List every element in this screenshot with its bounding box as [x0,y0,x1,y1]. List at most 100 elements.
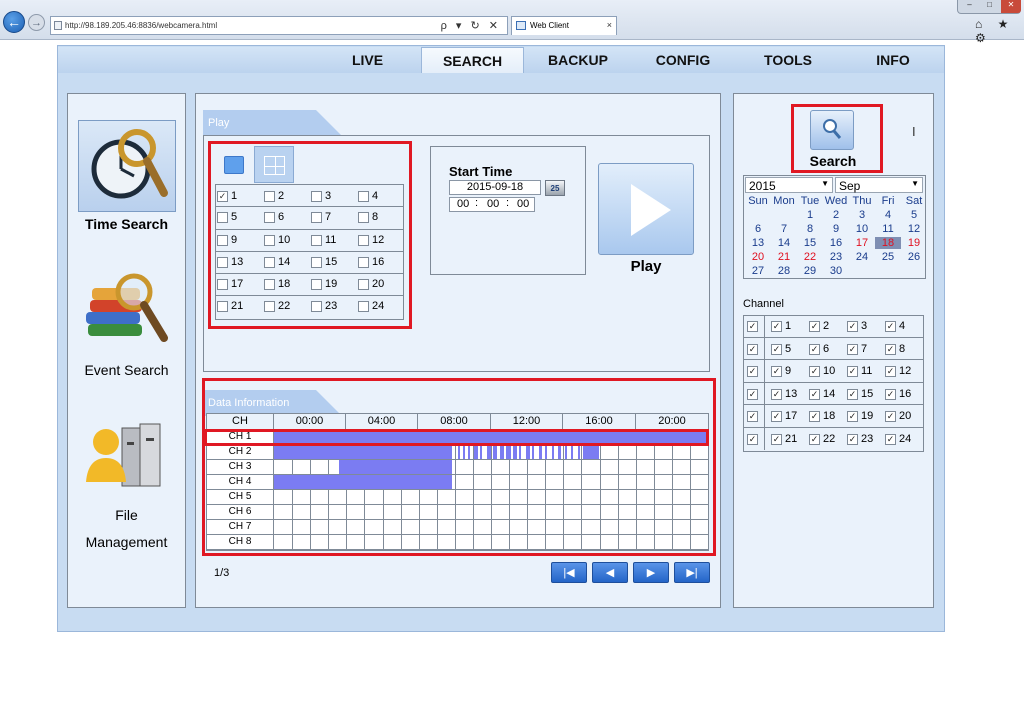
date-input[interactable]: 2015-09-18 [449,180,541,195]
hour-field[interactable]: 00 [457,198,469,211]
calendar-day[interactable]: 6 [745,223,771,235]
channel-checkbox-label: 4 [899,320,906,332]
channel-checkbox[interactable]: ✓ [885,388,896,400]
calendar-day[interactable]: 7 [771,223,797,235]
calendar-day[interactable]: 28 [771,265,797,277]
calendar-day[interactable]: 4 [875,209,901,221]
calendar-day[interactable]: 26 [901,251,927,263]
calendar-day[interactable]: 10 [849,223,875,235]
tab-backup[interactable]: BACKUP [540,47,616,73]
channel-checkbox[interactable]: ✓ [847,343,858,355]
row-select-checkbox[interactable]: ✓ [747,411,758,423]
row-select-checkbox[interactable]: ✓ [747,388,758,400]
time-search-button[interactable] [78,120,176,212]
first-page-button[interactable]: |◀ [551,562,587,583]
browser-tab[interactable]: Web Client × [511,16,617,35]
tab-live[interactable]: LIVE [330,47,405,73]
channel-checkbox[interactable]: ✓ [847,366,858,378]
time-separator: : [475,197,479,209]
second-field[interactable]: 00 [517,198,529,211]
channel-checkbox[interactable]: ✓ [771,411,782,423]
channel-checkbox[interactable]: ✓ [847,388,858,400]
clock-magnifier-icon [91,129,168,199]
calendar-day[interactable]: 5 [901,209,927,221]
calendar-picker-icon[interactable]: 25 [545,180,565,196]
calendar-day[interactable]: 22 [797,251,823,263]
calendar-day[interactable]: 20 [745,251,771,263]
calendar-day[interactable]: 23 [823,251,849,263]
year-select[interactable]: 2015 ▼ [745,177,833,193]
calendar-day[interactable]: 30 [823,265,849,277]
tab-search[interactable]: SEARCH [421,47,524,73]
timeline-highlight [202,378,716,556]
next-page-button[interactable]: ▶ [633,562,669,583]
month-select[interactable]: Sep ▼ [835,177,923,193]
channel-checkbox-label: 24 [899,433,912,445]
channel-checkbox[interactable]: ✓ [809,434,820,445]
calendar-day[interactable]: 27 [745,265,771,277]
calendar-day[interactable]: 2 [823,209,849,221]
calendar-day[interactable]: 1 [797,209,823,221]
file-label-line1: File [115,507,138,523]
channel-checkbox[interactable]: ✓ [885,366,896,378]
channel-checkbox[interactable]: ✓ [771,321,782,332]
row-select-checkbox[interactable]: ✓ [747,366,758,378]
minimize-button[interactable]: – [960,0,979,13]
calendar-day[interactable]: 21 [771,251,797,263]
channel-checkbox[interactable]: ✓ [771,388,782,400]
channel-checkbox[interactable]: ✓ [771,343,782,355]
row-select-checkbox[interactable]: ✓ [747,434,758,445]
channel-checkbox[interactable]: ✓ [771,366,782,378]
tab-config[interactable]: CONFIG [646,47,720,73]
calendar-day[interactable]: 12 [901,223,927,235]
calendar-day[interactable]: 18 [875,237,901,249]
calendar-day[interactable]: 3 [849,209,875,221]
row-select-checkbox[interactable]: ✓ [747,321,758,332]
address-tools-icons[interactable]: ρ ▾ ↻ ✕ [441,19,501,32]
channel-checkbox-label: 8 [899,342,906,355]
channel-checkbox[interactable]: ✓ [771,434,782,445]
prev-page-button[interactable]: ◀ [592,562,628,583]
calendar-day[interactable]: 24 [849,251,875,263]
close-window-button[interactable]: ✕ [1001,0,1021,13]
channel-checkbox[interactable]: ✓ [885,411,896,423]
calendar-day[interactable]: 11 [875,223,901,235]
time-input[interactable]: 00 : 00 : 00 [449,197,535,212]
channel-checkbox[interactable]: ✓ [847,411,858,423]
tab-tools[interactable]: TOOLS [752,47,824,73]
back-button[interactable]: ← [3,11,25,33]
tab-close-icon[interactable]: × [607,20,612,30]
channel-checkbox[interactable]: ✓ [847,434,858,445]
calendar-day[interactable]: 9 [823,223,849,235]
channel-checkbox[interactable]: ✓ [809,411,820,423]
last-page-button[interactable]: ▶| [674,562,710,583]
channel-checkbox[interactable]: ✓ [809,321,820,332]
minute-field[interactable]: 00 [487,198,499,211]
calendar-day[interactable]: 14 [771,237,797,249]
row-select-checkbox[interactable]: ✓ [747,343,758,355]
event-search-button[interactable] [80,272,176,352]
calendar-day[interactable]: 17 [849,237,875,249]
play-button[interactable] [598,163,694,255]
channel-checkbox[interactable]: ✓ [847,321,858,332]
forward-button[interactable]: → [28,14,45,31]
tab-info[interactable]: INFO [860,47,926,73]
calendar-day[interactable]: 29 [797,265,823,277]
file-management-button[interactable] [82,420,174,492]
channel-checkbox[interactable]: ✓ [885,321,896,332]
calendar-day[interactable]: 19 [901,237,927,249]
maximize-button[interactable]: □ [980,0,999,13]
calendar-day[interactable]: 25 [875,251,901,263]
channel-checkbox[interactable]: ✓ [809,366,820,378]
channel-checkbox[interactable]: ✓ [885,434,896,445]
channel-checkbox[interactable]: ✓ [809,388,820,400]
calendar-day[interactable]: 8 [797,223,823,235]
address-bar[interactable]: http://98.189.205.46:8836/webcamera.html… [50,16,508,35]
browser-home-fav-settings-icons[interactable]: ⌂ ★ ⚙ [975,17,1023,45]
calendar-day[interactable]: 15 [797,237,823,249]
channel-checkbox[interactable]: ✓ [809,343,820,355]
channel-checkbox[interactable]: ✓ [885,343,896,355]
calendar-day[interactable]: 13 [745,237,771,249]
chevron-down-icon: ▼ [821,179,829,188]
calendar-day[interactable]: 16 [823,237,849,249]
